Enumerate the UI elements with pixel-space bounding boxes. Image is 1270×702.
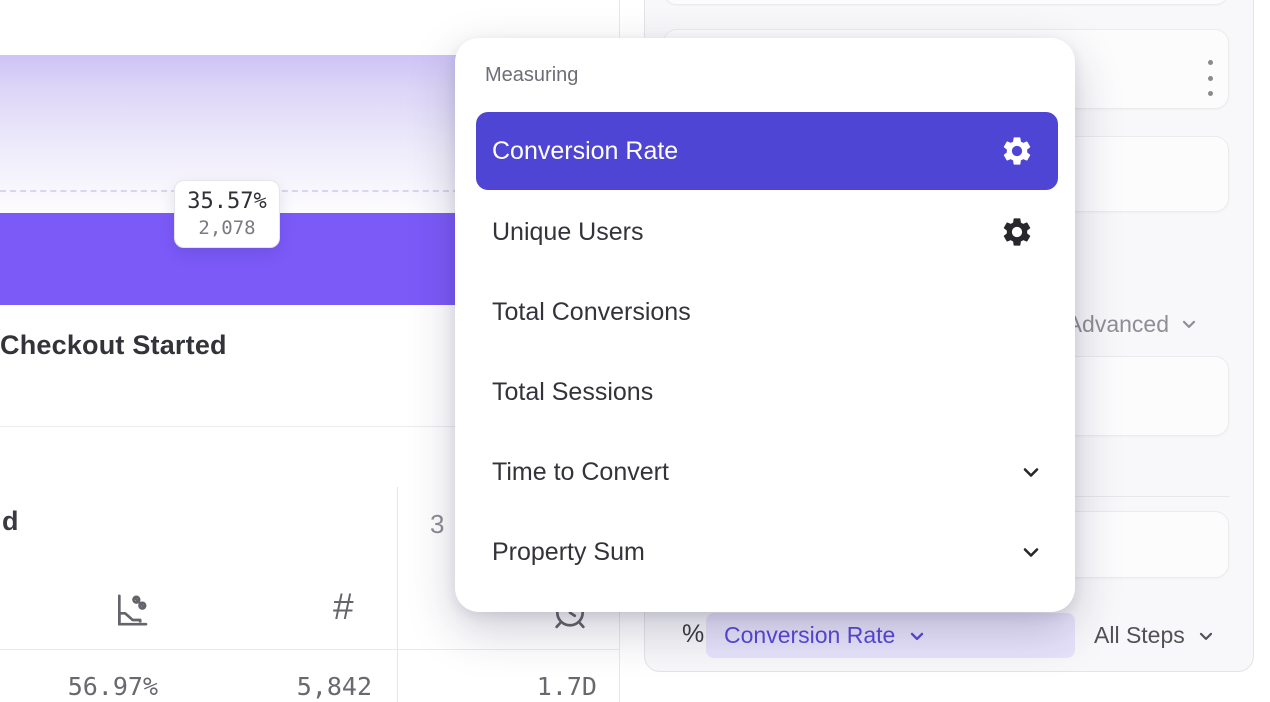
tooltip-count: 2,078 xyxy=(198,217,255,239)
advanced-label: Advanced xyxy=(1067,311,1169,338)
chevron-down-icon[interactable] xyxy=(1019,460,1043,484)
steps-selector[interactable]: All Steps xyxy=(1094,613,1216,658)
menu-item-unique-users[interactable]: Unique Users xyxy=(455,192,1075,272)
menu-item-label: Total Sessions xyxy=(492,378,653,407)
menu-item-property-sum[interactable]: Property Sum xyxy=(455,512,1075,592)
metric-chip[interactable]: Conversion Rate xyxy=(706,613,1075,658)
percent-prefix: % xyxy=(682,620,704,649)
chevron-down-icon xyxy=(1196,626,1216,646)
menu-item-label: Unique Users xyxy=(492,218,643,247)
measuring-section-label: Measuring xyxy=(485,64,578,87)
steps-selector-label: All Steps xyxy=(1094,622,1185,649)
menu-item-label: Conversion Rate xyxy=(492,137,678,166)
chevron-down-icon[interactable] xyxy=(1019,540,1043,564)
conversion-rate-icon[interactable] xyxy=(111,590,151,630)
tooltip-percent: 35.57% xyxy=(187,189,266,214)
gear-icon[interactable] xyxy=(1000,134,1034,168)
kebab-menu-icon[interactable] xyxy=(1201,60,1219,96)
funnel-tooltip: 35.57% 2,078 xyxy=(174,180,280,248)
chevron-down-icon xyxy=(907,626,927,646)
metric-chip-label: Conversion Rate xyxy=(724,622,895,649)
menu-item-label: Property Sum xyxy=(492,538,645,567)
app-window: 35.57% 2,078 Checkout Started d 3 # xyxy=(0,0,1270,702)
table-header-fragment-left: d xyxy=(2,506,19,537)
cell-conversion-rate: 56.97% xyxy=(18,672,158,701)
menu-item-total-conversions[interactable]: Total Conversions xyxy=(455,272,1075,352)
table-column-divider xyxy=(397,487,398,702)
menu-item-time-to-convert[interactable]: Time to Convert xyxy=(455,432,1075,512)
hash-icon[interactable]: # xyxy=(333,586,354,628)
table-header-fragment-right: 3 xyxy=(430,509,444,540)
cell-unique-users: 5,842 xyxy=(232,672,372,701)
cell-time-to-convert: 1.7D xyxy=(457,672,597,701)
measuring-dropdown: Measuring Conversion Rate Unique Users T… xyxy=(455,38,1075,612)
builder-step-card-top xyxy=(663,0,1229,5)
menu-item-conversion-rate[interactable]: Conversion Rate xyxy=(476,112,1058,190)
measurement-row: % Conversion Rate All Steps xyxy=(645,613,1255,658)
chevron-down-icon xyxy=(1179,314,1199,334)
menu-item-label: Total Conversions xyxy=(492,298,691,327)
menu-item-total-sessions[interactable]: Total Sessions xyxy=(455,352,1075,432)
gear-icon[interactable] xyxy=(1000,215,1034,249)
table-row-border xyxy=(0,649,620,650)
step-title: Checkout Started xyxy=(0,330,227,361)
menu-item-label: Time to Convert xyxy=(492,458,669,487)
advanced-toggle[interactable]: Advanced xyxy=(1067,309,1199,339)
